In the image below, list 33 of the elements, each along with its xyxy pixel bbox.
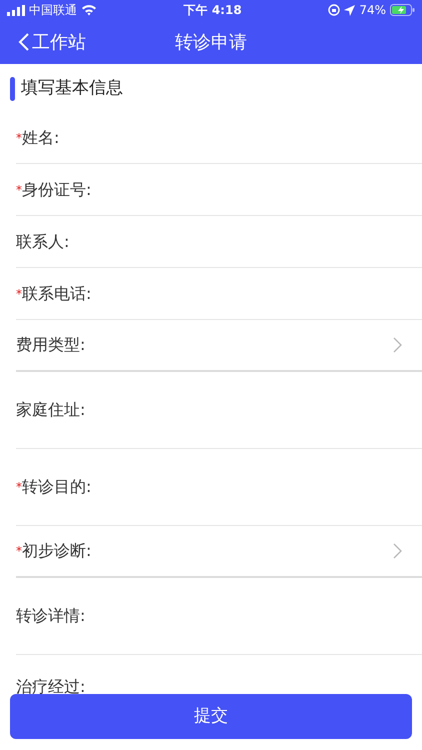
field-label: *初步诊断: <box>16 540 92 562</box>
section-title: 填写基本信息 <box>21 77 123 100</box>
field-label: *身份证号: <box>16 178 92 200</box>
page-title: 转诊申请 <box>175 30 247 54</box>
field-label: *转诊目的: <box>16 476 92 498</box>
carrier-name: 中国联通 <box>29 2 77 19</box>
battery-icon <box>390 4 415 16</box>
field-label: 家庭住址: <box>16 399 86 421</box>
section-marker <box>10 77 15 101</box>
field-label: *姓名: <box>16 126 60 148</box>
required-mark: * <box>16 543 22 560</box>
required-mark: * <box>16 182 22 198</box>
rotation-lock-icon <box>328 4 340 16</box>
select-row[interactable]: *初步诊断: <box>16 526 422 578</box>
submit-button[interactable]: 提交 <box>10 694 412 739</box>
field-label: *联系电话: <box>16 282 92 304</box>
wifi-icon <box>81 4 97 16</box>
field-label: 联系人: <box>16 230 70 252</box>
chevron-right-icon <box>393 543 402 559</box>
clock-time: 下午 4:18 <box>184 2 242 19</box>
chevron-right-icon <box>393 337 402 353</box>
field-label: 治疗经过: <box>16 676 86 694</box>
back-chevron-icon <box>18 32 30 52</box>
location-arrow-icon <box>344 4 356 16</box>
required-mark: * <box>16 479 22 496</box>
signal-icon <box>7 4 25 16</box>
required-mark: * <box>16 286 22 302</box>
required-mark: * <box>16 130 22 146</box>
back-button[interactable]: 工作站 <box>0 28 86 56</box>
battery-percent: 74% <box>359 2 386 19</box>
field-label: 费用类型: <box>16 334 86 356</box>
field-label: 转诊详情: <box>16 605 86 627</box>
select-row[interactable]: 费用类型: <box>16 320 422 372</box>
